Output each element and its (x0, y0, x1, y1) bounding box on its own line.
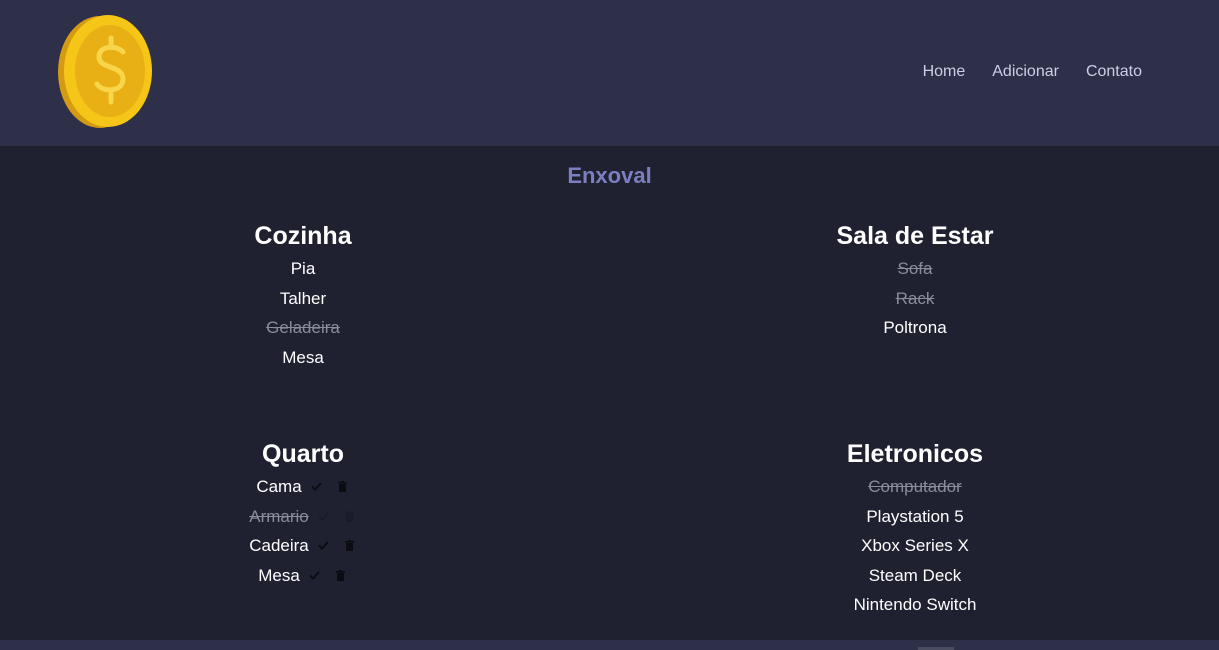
list-item: Rack (715, 284, 1115, 314)
list-item: Cadeira (103, 531, 503, 561)
top-header: Home Adicionar Contato (0, 0, 1219, 146)
section-eletronicos: Eletronicos Computador Playstation 5 Xbox … (715, 439, 1115, 620)
trash-icon[interactable] (343, 509, 357, 523)
list-item: Pia (103, 254, 503, 284)
coin-dollar-icon[interactable] (57, 14, 155, 130)
list-item: Sofa (715, 254, 1115, 284)
list-item: Steam Deck (715, 561, 1115, 591)
item-label: Rack (895, 288, 935, 308)
trash-icon[interactable] (336, 480, 350, 494)
item-label: Mesa (282, 347, 324, 367)
nav-contato-link[interactable]: Contato (1086, 62, 1142, 82)
item-label: Sofa (897, 259, 933, 278)
item-label: Geladeira (266, 318, 340, 338)
list-item: Playstation 5 (715, 502, 1115, 532)
section-title: Sala de Estar (836, 222, 994, 250)
section-sala-de-estar: Sala de Estar Sofa Rack Poltrona (715, 221, 1115, 343)
list-item: Armario (103, 502, 503, 532)
list-item: Xbox Series X (715, 531, 1115, 561)
item-label: Poltrona (883, 318, 947, 338)
section-title: Cozinha (254, 222, 352, 250)
check-icon[interactable] (317, 539, 331, 553)
item-label: Cadeira (249, 536, 309, 556)
item-label: Mesa (258, 565, 300, 585)
item-list: Cama Armario Cadeira Mesa (103, 472, 503, 590)
section-title: Quarto (262, 440, 344, 468)
list-item: Mesa (103, 561, 503, 591)
check-icon[interactable] (308, 569, 322, 583)
item-list: Pia Talher Geladeira Mesa (103, 254, 503, 372)
page-title: Enxoval (567, 163, 652, 188)
nav-adicionar-link[interactable]: Adicionar (992, 62, 1059, 82)
nav-home-link[interactable]: Home (923, 62, 966, 82)
item-actions (310, 480, 350, 494)
section-cozinha: Cozinha Pia Talher Geladeira Mesa (103, 221, 503, 372)
list-item: Nintendo Switch (715, 590, 1115, 620)
item-label: Armario (249, 506, 309, 526)
check-icon[interactable] (310, 480, 324, 494)
footer-bar (0, 640, 1219, 650)
item-actions (317, 509, 357, 523)
list-item: Mesa (103, 343, 503, 373)
list-item: Geladeira (103, 313, 503, 343)
item-label: Talher (279, 288, 327, 308)
item-label: Computador (868, 477, 962, 496)
item-label: Pia (290, 259, 316, 278)
main-nav: Home Adicionar Contato (923, 62, 1142, 82)
item-label: Playstation 5 (866, 506, 964, 526)
trash-icon[interactable] (343, 539, 357, 553)
trash-icon[interactable] (334, 569, 348, 583)
section-quarto: Quarto Cama Armario Cadeira Mesa (103, 439, 503, 590)
item-list: Sofa Rack Poltrona (715, 254, 1115, 343)
section-title: Eletronicos (846, 440, 984, 468)
item-list: Computador Playstation 5 Xbox Series X Stea… (715, 472, 1115, 620)
item-actions (308, 569, 348, 583)
list-item: Computador (715, 472, 1115, 502)
item-label: Steam Deck (868, 565, 962, 585)
item-label: Xbox Series X (861, 536, 969, 556)
item-actions (317, 539, 357, 553)
list-item: Cama (103, 472, 503, 502)
item-label: Cama (256, 477, 302, 496)
item-label: Nintendo Switch (853, 595, 977, 615)
list-item: Talher (103, 284, 503, 314)
list-item: Poltrona (715, 313, 1115, 343)
check-icon[interactable] (317, 509, 331, 523)
